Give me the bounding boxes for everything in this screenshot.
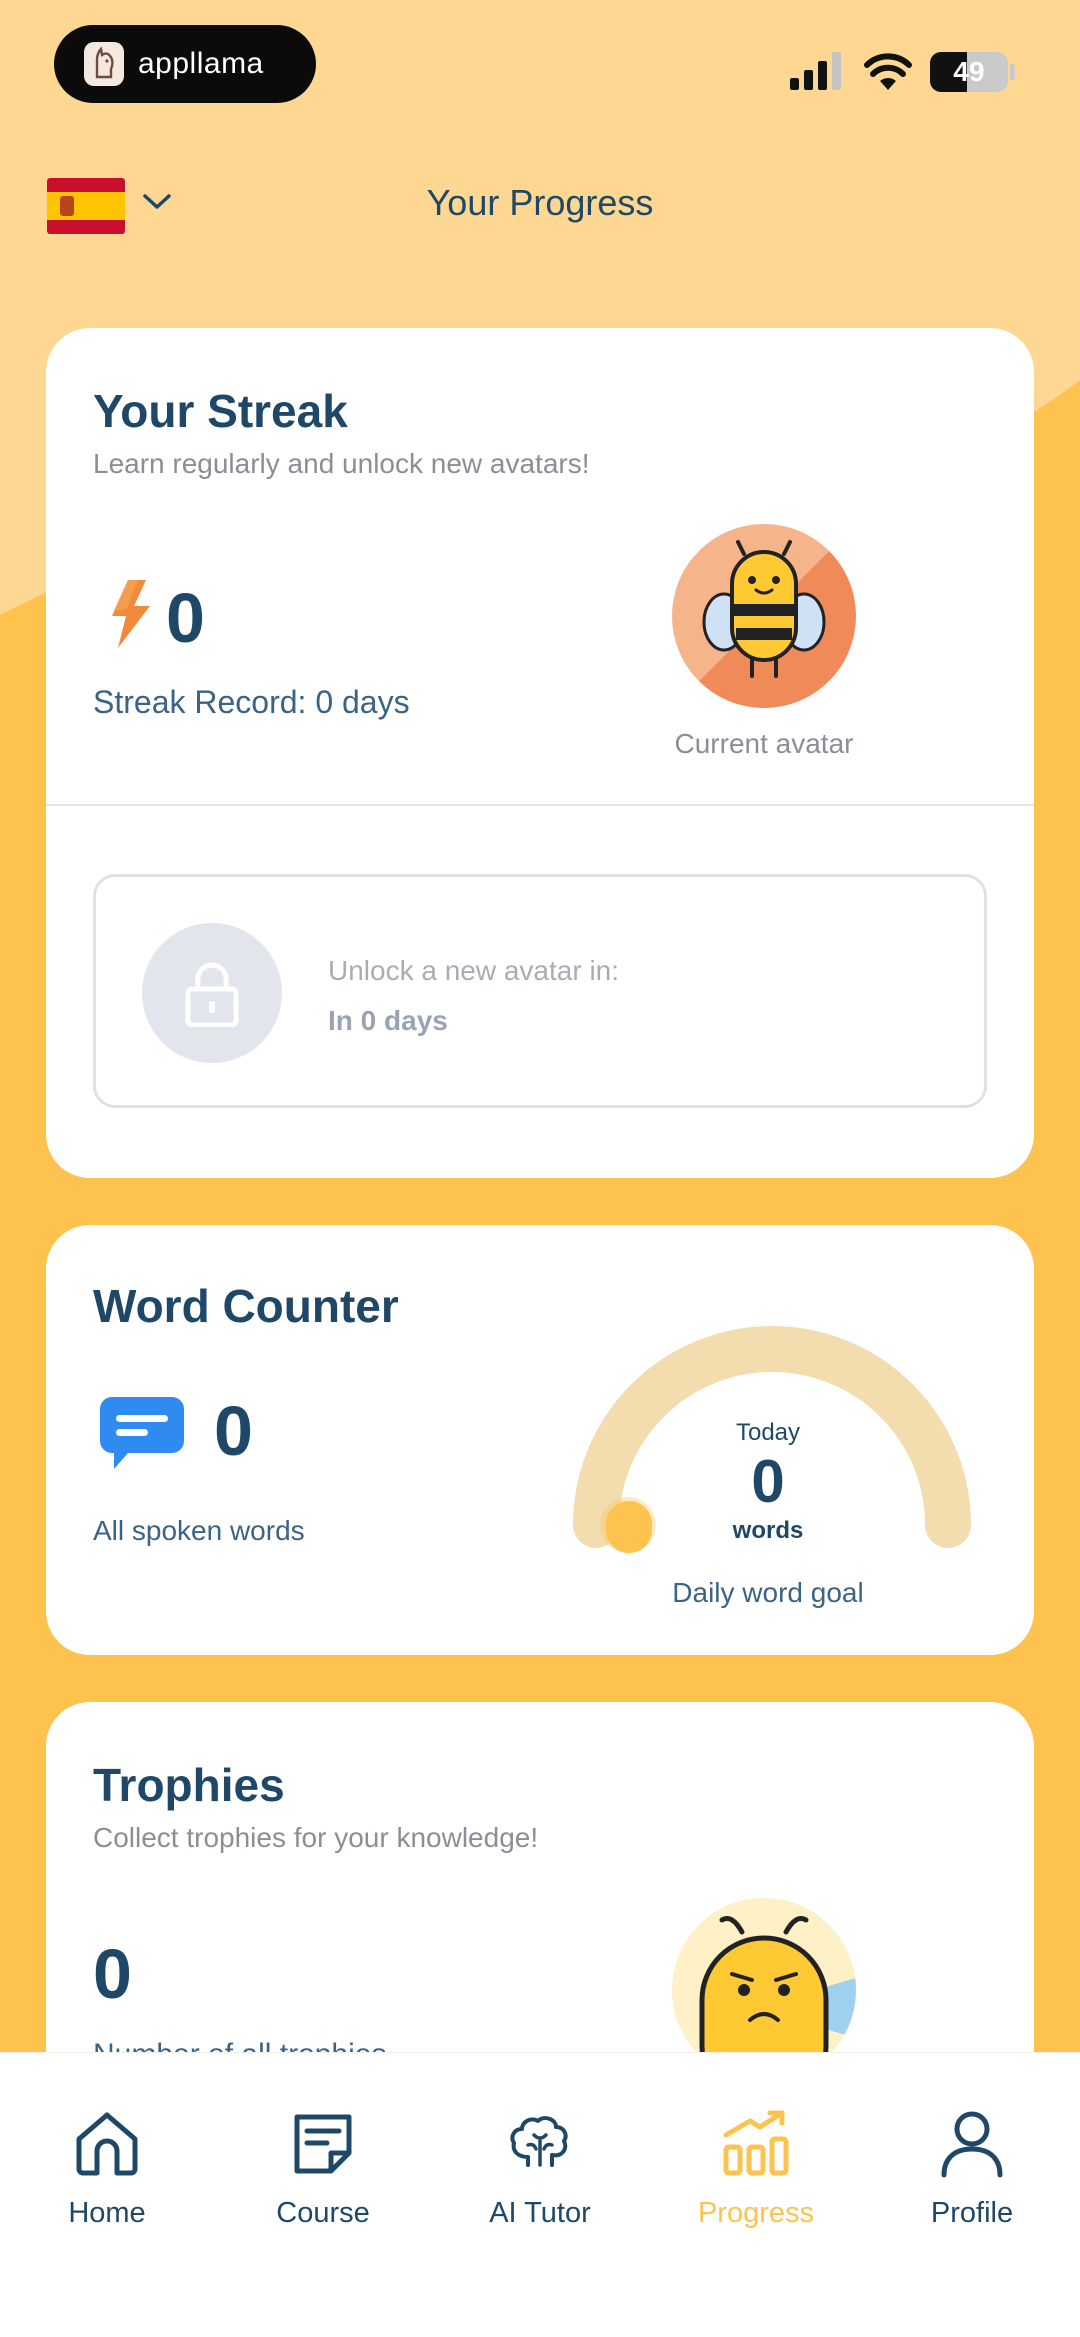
battery-indicator: 49 — [930, 52, 1008, 92]
streak-subtitle: Learn regularly and unlock new avatars! — [93, 448, 590, 479]
cellular-signal-icon — [790, 52, 841, 90]
nav-progress-label: Progress — [697, 2197, 815, 2229]
divider — [46, 804, 1034, 806]
trophies-title: Trophies — [93, 1759, 285, 1811]
streak-card: Your Streak Learn regularly and unlock n… — [46, 328, 1034, 1178]
home-icon — [76, 2112, 138, 2176]
bee-avatar[interactable] — [672, 524, 856, 708]
chat-bubble-icon — [100, 1397, 184, 1469]
gauge-today-label: Today — [735, 1419, 801, 1446]
unlock-avatar-box: Unlock a new avatar in: In 0 days — [93, 874, 987, 1108]
nav-ai-tutor[interactable]: AI Tutor — [450, 2103, 630, 2230]
gauge-unit: words — [732, 1517, 804, 1544]
total-words-label: All spoken words — [93, 1515, 305, 1546]
nav-profile[interactable]: Profile — [882, 2103, 1062, 2230]
page-header: Your Progress — [0, 160, 1080, 250]
lightning-bolt-icon — [112, 580, 150, 648]
wifi-icon — [864, 53, 912, 90]
unlock-countdown: In 0 days — [328, 1005, 448, 1036]
avatar-label: Current avatar — [674, 728, 854, 759]
nav-progress[interactable]: Progress — [666, 2103, 846, 2230]
bottom-navigation: Home Course AI Tutor Progress Profile — [0, 2052, 1080, 2337]
bee-icon — [702, 540, 826, 678]
page-title: Your Progress — [426, 182, 654, 223]
lock-icon — [142, 923, 282, 1063]
streak-record: Streak Record: 0 days — [93, 684, 410, 720]
nav-home-label: Home — [68, 2197, 146, 2229]
nav-home[interactable]: Home — [17, 2103, 197, 2230]
app-indicator-pill: appllama — [54, 25, 316, 103]
app-name: appllama — [138, 47, 264, 80]
trophies-count: 0 — [93, 1935, 132, 2013]
profile-icon — [941, 2111, 1003, 2178]
streak-title: Your Streak — [93, 385, 348, 437]
nav-course-label: Course — [276, 2197, 370, 2229]
course-icon — [294, 2114, 352, 2174]
trophies-subtitle: Collect trophies for your knowledge! — [93, 1822, 539, 1853]
nav-ai-tutor-label: AI Tutor — [489, 2197, 591, 2229]
nav-profile-label: Profile — [930, 2197, 1014, 2229]
nav-course[interactable]: Course — [233, 2103, 413, 2230]
gauge-today-value: 0 — [751, 1448, 785, 1515]
streak-count: 0 — [166, 579, 205, 657]
unlock-label: Unlock a new avatar in: — [328, 955, 620, 986]
word-counter-card: Word Counter 0 All spoken words Today 0 … — [46, 1225, 1034, 1655]
word-counter-title: Word Counter — [93, 1280, 399, 1332]
brain-icon — [510, 2116, 568, 2167]
total-words-count: 0 — [214, 1392, 253, 1470]
status-bar: appllama 49 — [0, 0, 1080, 130]
chart-icon — [723, 2110, 789, 2176]
llama-logo-icon — [84, 42, 124, 86]
daily-goal-label: Daily word goal — [672, 1577, 864, 1608]
